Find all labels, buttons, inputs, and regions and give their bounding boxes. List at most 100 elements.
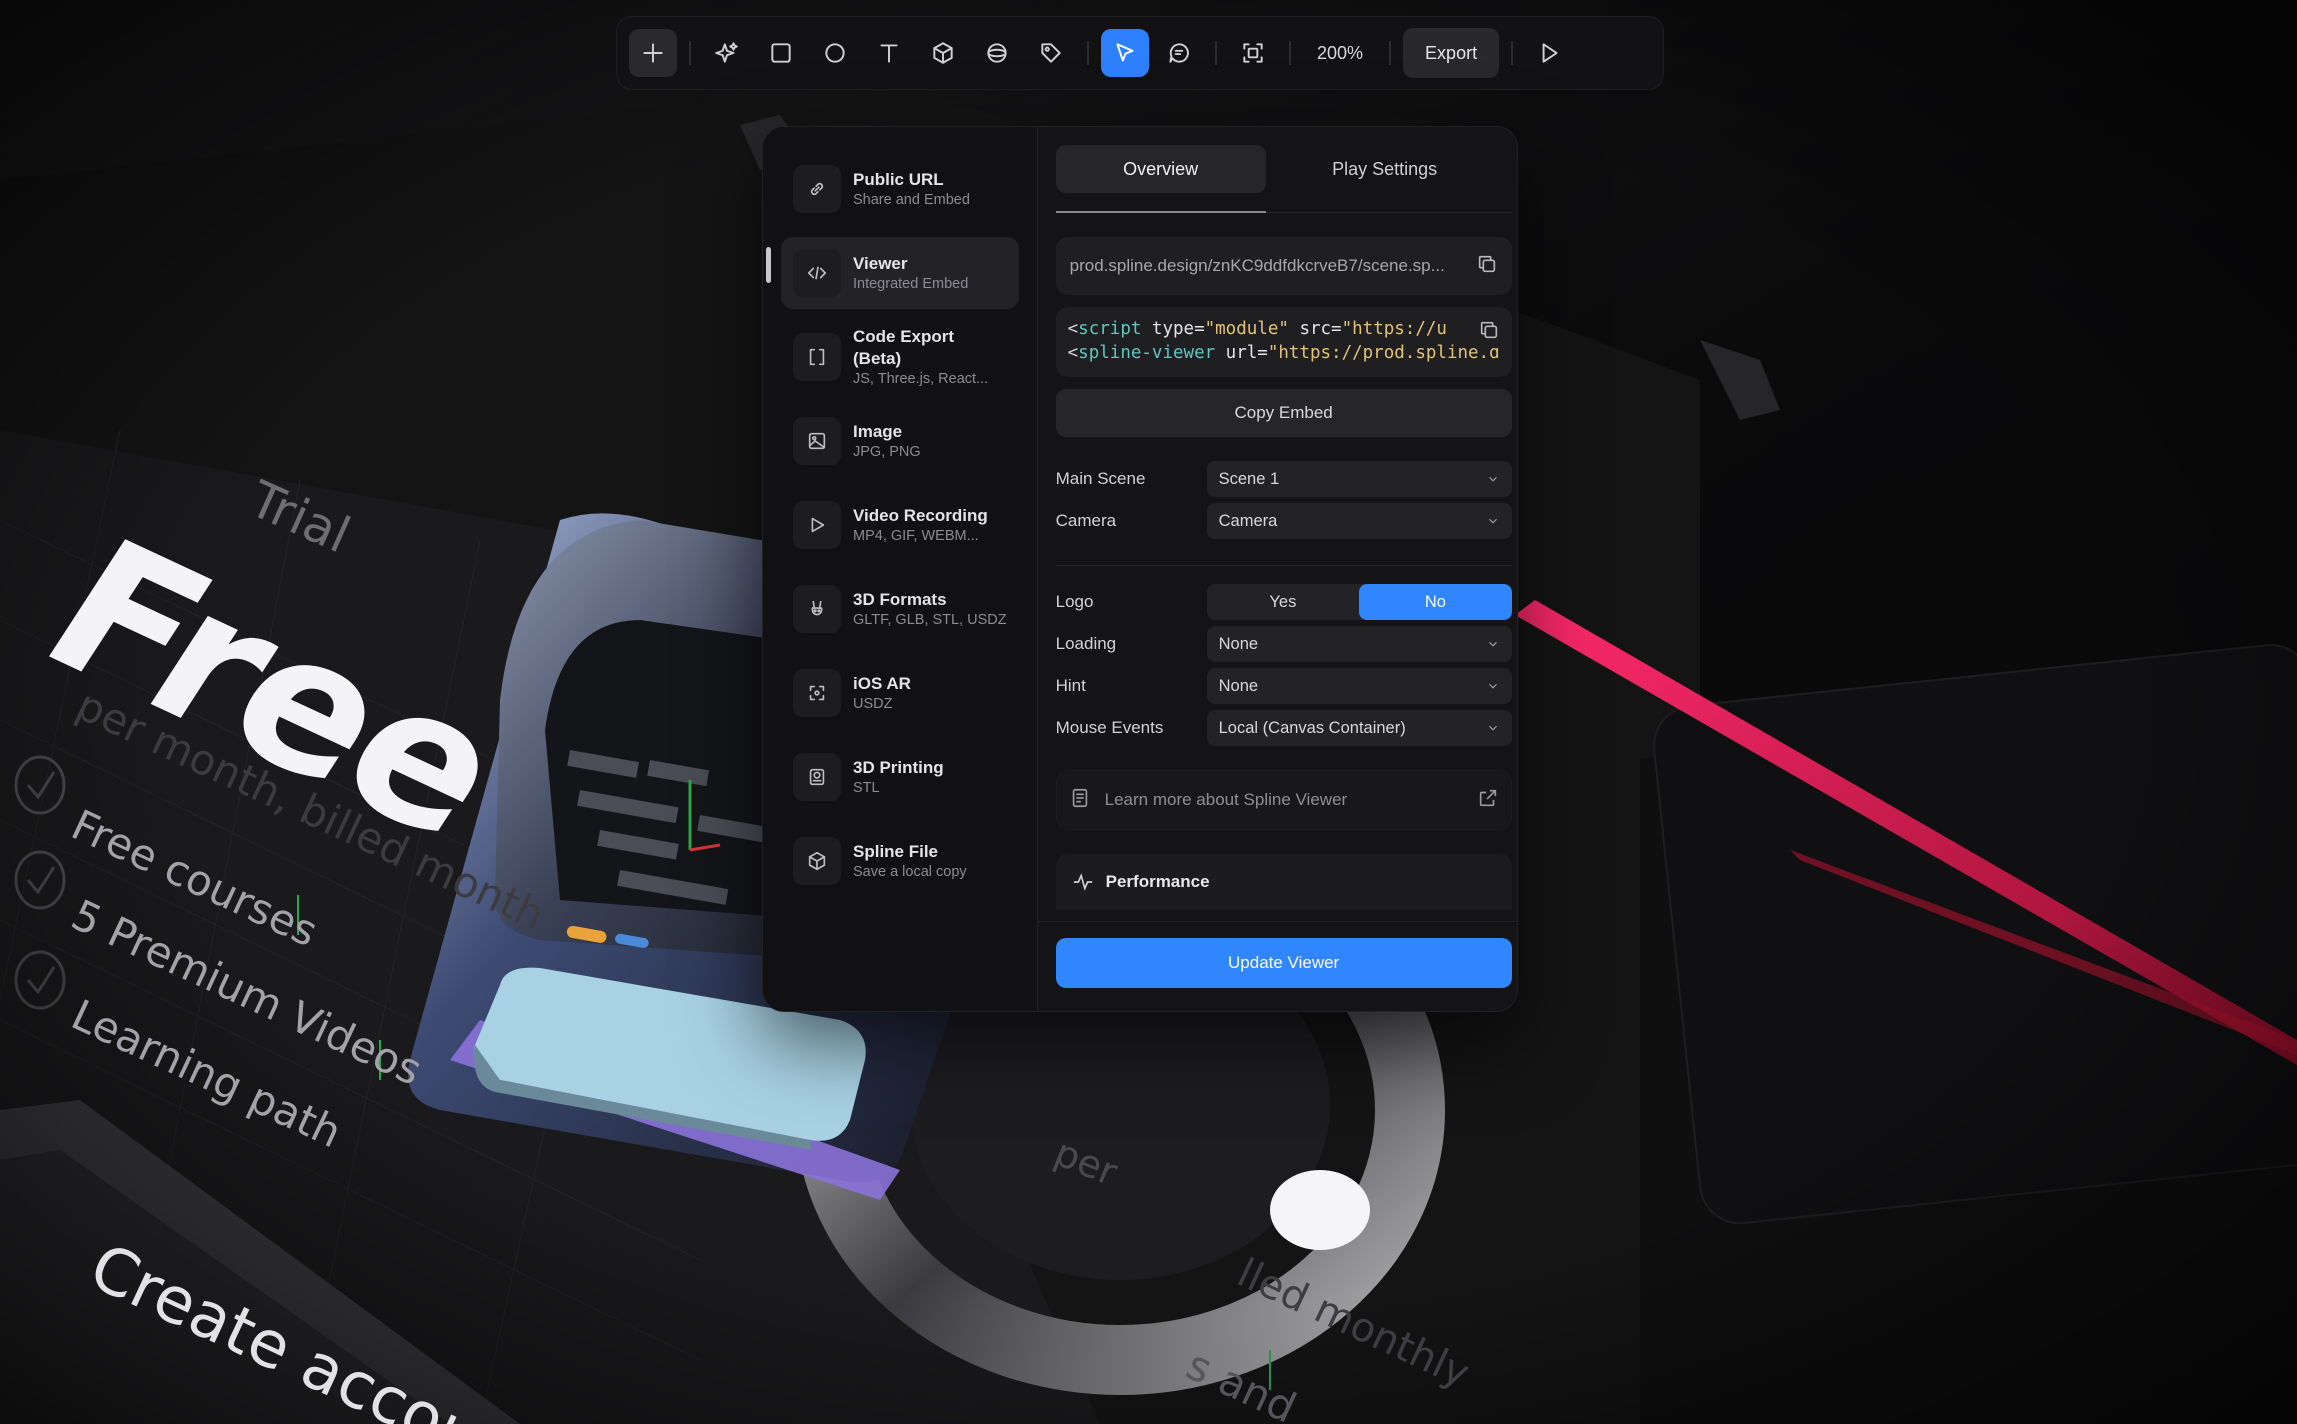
logo-yes-option[interactable]: Yes bbox=[1207, 584, 1360, 620]
sidebar-item-subtitle: USDZ bbox=[853, 695, 893, 712]
sidebar-scroll-indicator[interactable] bbox=[766, 247, 771, 283]
sidebar-item-title: Code Export (Beta) bbox=[853, 326, 955, 368]
embed-code-block[interactable]: <script type="module" src="https://u <sp… bbox=[1055, 307, 1512, 377]
section-divider bbox=[1055, 565, 1512, 566]
sidebar-item-3d-formats[interactable]: 3D Formats GLTF, GLB, STL, USDZ bbox=[781, 573, 1019, 645]
rectangle-tool-button[interactable] bbox=[757, 29, 805, 77]
sidebar-item-title: iOS AR bbox=[853, 673, 911, 693]
cube-icon bbox=[933, 42, 953, 64]
sidebar-item-spline-file[interactable]: Spline File Save a local copy bbox=[781, 825, 1019, 897]
tag-icon bbox=[1041, 43, 1061, 63]
zoom-level[interactable]: 200% bbox=[1303, 43, 1377, 64]
sidebar-item-title: 3D Formats bbox=[853, 589, 947, 609]
external-link-icon bbox=[1477, 787, 1499, 814]
learn-more-link[interactable]: Learn more about Spline Viewer bbox=[1055, 770, 1512, 830]
main-scene-label: Main Scene bbox=[1055, 469, 1146, 488]
chevron-down-icon bbox=[1488, 476, 1497, 482]
camera-select[interactable]: Camera bbox=[1206, 503, 1512, 539]
loading-label: Loading bbox=[1055, 634, 1117, 653]
box-icon bbox=[793, 837, 841, 885]
sidebar-item-viewer[interactable]: Viewer Integrated Embed bbox=[781, 237, 1019, 309]
select-tool-button[interactable] bbox=[1101, 29, 1149, 77]
sidebar-item-title: Video Recording bbox=[853, 505, 988, 525]
copy-icon bbox=[1480, 321, 1497, 339]
performance-section[interactable]: Performance bbox=[1055, 854, 1512, 910]
top-toolbar: 200% Export bbox=[616, 16, 1664, 90]
copy-embed-button[interactable]: Copy Embed bbox=[1055, 389, 1512, 437]
mouse-events-row: Mouse Events Local (Canvas Container) bbox=[1056, 710, 1512, 746]
toolbar-divider bbox=[1289, 41, 1291, 65]
export-panel: Public URL Share and Embed Viewer Integrat… bbox=[762, 126, 1518, 1012]
toolbar-divider bbox=[1215, 41, 1217, 65]
toolbar-divider bbox=[1511, 41, 1514, 65]
sidebar-item-subtitle: Save a local copy bbox=[853, 863, 967, 880]
cube-tool-button[interactable] bbox=[919, 29, 967, 77]
export-button[interactable]: Export bbox=[1403, 28, 1500, 78]
mouse-events-select[interactable]: Local (Canvas Container) bbox=[1206, 710, 1512, 746]
public-url-field[interactable]: prod.spline.design/znKC9ddfdkcrveB7/scen… bbox=[1055, 237, 1512, 295]
camera-label: Camera bbox=[1055, 511, 1117, 530]
sphere-tool-button[interactable] bbox=[973, 29, 1021, 77]
text-icon bbox=[880, 44, 898, 63]
hint-select[interactable]: None bbox=[1206, 668, 1512, 704]
hint-row: Hint None bbox=[1056, 668, 1512, 704]
copy-icon bbox=[1478, 255, 1495, 272]
sidebar-item-title: Image bbox=[853, 421, 903, 441]
main-scene-select[interactable]: Scene 1 bbox=[1206, 461, 1512, 497]
add-button[interactable] bbox=[629, 29, 677, 77]
chevron-down-icon bbox=[1488, 518, 1497, 524]
sidebar-item-title: Public URL bbox=[853, 169, 944, 189]
copy-url-button[interactable] bbox=[1476, 253, 1498, 280]
active-tab-underline bbox=[1055, 211, 1266, 213]
sidebar-item-subtitle: Share and Embed bbox=[853, 191, 970, 208]
camera-row: Camera Camera bbox=[1056, 503, 1512, 539]
logo-no-option[interactable]: No bbox=[1359, 584, 1512, 620]
sidebar-item-video-recording[interactable]: Video Recording MP4, GIF, WEBM... bbox=[781, 489, 1019, 561]
sphere-icon bbox=[987, 43, 1007, 63]
frame-icon bbox=[1243, 43, 1263, 63]
link-icon bbox=[793, 165, 841, 213]
play-icon bbox=[1542, 43, 1558, 63]
tag-tool-button[interactable] bbox=[1027, 29, 1075, 77]
pointer-icon bbox=[1116, 43, 1134, 62]
play-button[interactable] bbox=[1525, 29, 1573, 77]
sidebar-item-subtitle: Integrated Embed bbox=[853, 275, 969, 292]
chevron-down-icon bbox=[1488, 641, 1497, 647]
embed-code-line-2: <spline-viewer url="https://prod.spline.… bbox=[1067, 343, 1500, 363]
sidebar-item-title: Viewer bbox=[853, 253, 908, 273]
comment-icon bbox=[1169, 43, 1189, 63]
frame-tool-button[interactable] bbox=[1229, 29, 1277, 77]
loading-row: Loading None bbox=[1056, 626, 1512, 662]
export-main-content: Overview Play Settings prod.spline.desig… bbox=[1037, 127, 1517, 1011]
logo-toggle: Yes No bbox=[1206, 584, 1512, 620]
printer-icon bbox=[793, 753, 841, 801]
toolbar-divider bbox=[1087, 41, 1089, 65]
sidebar-item-title: Spline File bbox=[853, 841, 939, 861]
sidebar-item-title: 3D Printing bbox=[853, 757, 944, 777]
sidebar-item-subtitle: MP4, GIF, WEBM... bbox=[853, 527, 979, 544]
rabbit-icon bbox=[793, 585, 841, 633]
text-tool-button[interactable] bbox=[865, 29, 913, 77]
sidebar-item-subtitle: JS, Three.js, React... bbox=[853, 370, 989, 387]
sidebar-item-public-url[interactable]: Public URL Share and Embed bbox=[781, 153, 1019, 225]
sidebar-item-ios-ar[interactable]: iOS AR USDZ bbox=[781, 657, 1019, 729]
update-viewer-button[interactable]: Update Viewer bbox=[1055, 938, 1512, 988]
url-text: prod.spline.design/znKC9ddfdkcrveB7/scen… bbox=[1069, 256, 1445, 275]
sidebar-item-image[interactable]: Image JPG, PNG bbox=[781, 405, 1019, 477]
ellipse-tool-button[interactable] bbox=[811, 29, 859, 77]
video-play-icon bbox=[793, 501, 841, 549]
comment-tool-button[interactable] bbox=[1155, 29, 1203, 77]
brackets-icon bbox=[793, 333, 841, 381]
sidebar-item-3d-printing[interactable]: 3D Printing STL bbox=[781, 741, 1019, 813]
mouse-events-label: Mouse Events bbox=[1055, 718, 1164, 737]
main-scene-row: Main Scene Scene 1 bbox=[1056, 461, 1512, 497]
copy-code-button[interactable] bbox=[1477, 319, 1500, 348]
sidebar-item-code-export[interactable]: Code Export (Beta) JS, Three.js, React... bbox=[781, 321, 1019, 393]
loading-select[interactable]: None bbox=[1206, 626, 1512, 662]
toolbar-divider bbox=[689, 41, 691, 65]
chevron-down-icon bbox=[1488, 683, 1497, 689]
tab-play-settings[interactable]: Play Settings bbox=[1280, 145, 1490, 193]
ai-tool-button[interactable] bbox=[703, 29, 751, 77]
activity-icon bbox=[1073, 873, 1092, 891]
tab-overview[interactable]: Overview bbox=[1055, 145, 1266, 193]
